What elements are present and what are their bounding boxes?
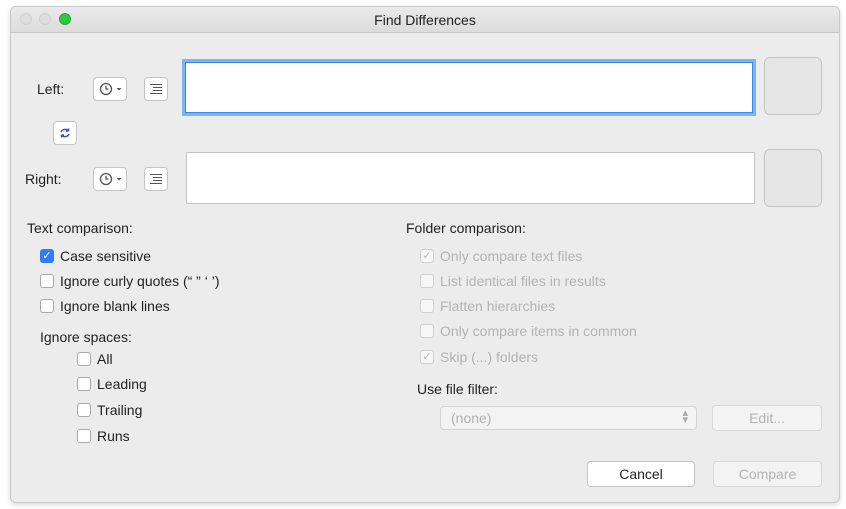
list-icon (150, 173, 162, 185)
ignore-spaces-all-checkbox[interactable]: All (77, 349, 113, 369)
chevron-up-down-icon: ▴ ▾ (682, 407, 688, 426)
edit-filter-button[interactable]: Edit... (712, 405, 822, 431)
checkmark-icon: ✓ (420, 249, 434, 263)
ignore-blank-lines-checkbox[interactable]: Ignore blank lines (40, 296, 170, 316)
cancel-button[interactable]: Cancel (587, 461, 695, 487)
folder-comparison-heading: Folder comparison: (406, 220, 526, 236)
flatten-hierarchies-checkbox[interactable]: Flatten hierarchies (420, 296, 555, 316)
text-comparison-heading: Text comparison: (27, 220, 133, 236)
swap-icon (60, 128, 70, 138)
left-recent-button[interactable] (93, 77, 127, 101)
find-differences-window: Find Differences Left: Right: Text compa… (10, 6, 840, 503)
right-label: Right: (25, 171, 62, 187)
case-sensitive-checkbox[interactable]: ✓ Case sensitive (40, 246, 151, 266)
only-compare-common-checkbox[interactable]: Only compare items in common (420, 321, 637, 341)
only-compare-text-files-checkbox[interactable]: ✓ Only compare text files (420, 246, 582, 266)
file-filter-label: Use file filter: (417, 381, 498, 397)
ignore-curly-quotes-checkbox[interactable]: Ignore curly quotes (“ ” ‘ ’) (40, 271, 220, 291)
window-title: Find Differences (374, 12, 476, 28)
list-icon (150, 83, 162, 95)
right-path-input[interactable] (186, 152, 755, 204)
small-dropdown-arrow-icon (116, 88, 121, 91)
ignore-spaces-trailing-checkbox[interactable]: Trailing (77, 400, 142, 420)
right-recent-button[interactable] (93, 167, 127, 191)
list-identical-files-checkbox[interactable]: List identical files in results (420, 271, 606, 291)
left-file-well[interactable] (764, 57, 822, 115)
left-list-button[interactable] (144, 77, 168, 101)
skip-folders-checkbox[interactable]: ✓ Skip (...) folders (420, 347, 538, 367)
swap-button[interactable] (53, 121, 77, 145)
left-label: Left: (37, 81, 65, 97)
ignore-spaces-runs-checkbox[interactable]: Runs (77, 426, 130, 446)
checkmark-icon: ✓ (420, 350, 434, 364)
title-bar: Find Differences (11, 7, 839, 33)
right-list-button[interactable] (144, 167, 168, 191)
ignore-spaces-heading: Ignore spaces: (40, 329, 132, 345)
clock-icon (99, 172, 112, 186)
clock-icon (99, 82, 112, 96)
left-path-input[interactable] (182, 59, 756, 116)
checkmark-icon: ✓ (40, 249, 54, 263)
file-filter-select[interactable]: (none) ▴ ▾ (440, 406, 697, 430)
right-file-well[interactable] (764, 149, 822, 207)
ignore-spaces-leading-checkbox[interactable]: Leading (77, 374, 147, 394)
compare-button[interactable]: Compare (713, 461, 822, 487)
small-dropdown-arrow-icon (116, 178, 121, 181)
